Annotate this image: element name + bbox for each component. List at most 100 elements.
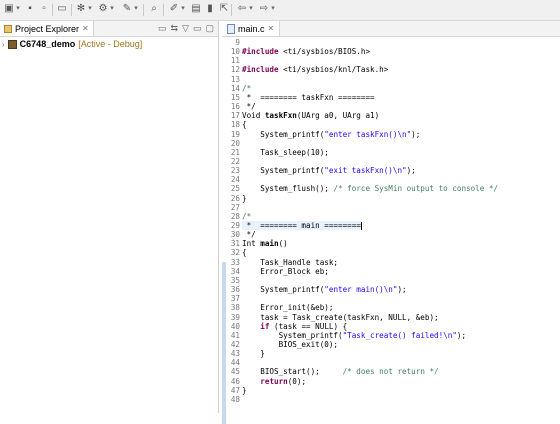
bookmark-icon[interactable]: ▮ xyxy=(204,3,216,15)
line-number: 34 xyxy=(230,266,240,276)
dropdown-arrow-icon[interactable]: ▾ xyxy=(248,3,254,15)
dropdown-arrow-icon[interactable]: ▾ xyxy=(109,3,115,15)
code-line[interactable]: 14/* xyxy=(227,84,251,93)
code-line[interactable]: 33 Task_Handle task; xyxy=(227,258,338,267)
code-text: Error_Block eb; xyxy=(242,266,329,276)
code-line[interactable]: 42 BIOS_exit(0); xyxy=(227,340,338,349)
code-line[interactable]: 22 xyxy=(227,157,242,166)
line-number: 36 xyxy=(230,285,240,295)
code-line[interactable]: 13 xyxy=(227,75,242,84)
code-line[interactable]: 16 */ xyxy=(227,102,256,111)
code-line[interactable]: 21 Task_sleep(10); xyxy=(227,148,329,157)
code-text: System_flush(); /* force SysMin output t… xyxy=(242,184,499,194)
close-icon[interactable]: ✕ xyxy=(82,24,89,33)
code-text: } xyxy=(242,349,265,359)
new-icon[interactable]: ▣ xyxy=(3,3,15,15)
dropdown-arrow-icon[interactable]: ▾ xyxy=(270,3,276,15)
code-line[interactable]: 27 xyxy=(227,203,242,212)
tab-project-explorer[interactable]: Project Explorer ✕ xyxy=(0,21,94,36)
code-line[interactable]: 15 * ======== taskFxn ======== xyxy=(227,93,375,102)
code-line[interactable]: 12 #include <ti/sysbios/knl/Task.h> xyxy=(227,65,388,74)
code-line[interactable]: 32{ xyxy=(227,248,247,257)
line-number: 37 xyxy=(230,294,240,304)
code-text: return(0); xyxy=(260,376,307,386)
code-line[interactable]: 41 System_printf("Task_create() failed!\… xyxy=(227,331,466,340)
dropdown-arrow-icon[interactable]: ▾ xyxy=(15,3,21,15)
code-line[interactable]: 20 xyxy=(227,139,242,148)
text-cursor xyxy=(360,222,362,230)
code-line[interactable]: 38 Error_init(&eb); xyxy=(227,303,334,312)
terminal-icon[interactable]: ▭ xyxy=(56,3,68,15)
save-icon[interactable]: ▪ xyxy=(24,3,36,15)
code-line[interactable]: 45 BIOS_start(); /* does not return */ xyxy=(227,367,439,376)
dropdown-arrow-icon[interactable]: ▾ xyxy=(133,3,139,15)
pen-icon[interactable]: ✐ xyxy=(168,3,180,15)
link-editor-icon[interactable]: ⇆ xyxy=(171,23,179,34)
code-line[interactable]: 47} xyxy=(227,386,247,395)
project-explorer-panel: Project Explorer ✕ ▭ ⇆ ▽ ▭ ▢ › C6748_dem… xyxy=(0,21,219,413)
dropdown-arrow-icon[interactable]: ▾ xyxy=(180,3,186,15)
expand-chevron-icon[interactable]: › xyxy=(2,40,5,49)
code-line[interactable]: 30 */ xyxy=(227,230,256,239)
code-line[interactable]: 19 System_printf("enter taskFxn()\n"); xyxy=(227,130,420,139)
line-number: 32 xyxy=(230,248,240,258)
code-line[interactable]: 29 * ======== main ======== xyxy=(227,221,362,230)
code-line[interactable]: 9 xyxy=(227,38,242,47)
line-number: 17 xyxy=(230,111,240,121)
code-text: } xyxy=(242,385,247,395)
view-menu-icon[interactable]: ▽ xyxy=(182,23,189,34)
code-line[interactable]: 40 if (task == NULL) { xyxy=(227,322,347,331)
code-line[interactable]: 23 System_printf("exit taskFxn()\n"); xyxy=(227,166,416,175)
code-text: * ======== main ======== xyxy=(242,221,362,230)
code-line[interactable]: 34 Error_Block eb; xyxy=(227,267,329,276)
code-line[interactable]: 48 xyxy=(227,395,242,404)
forward-icon[interactable]: ⇨ xyxy=(258,3,270,15)
code-line[interactable]: 44 xyxy=(227,358,242,367)
occurrence-marker xyxy=(222,262,226,424)
search-icon[interactable]: ⌕ xyxy=(148,3,160,15)
code-line[interactable]: 28/* xyxy=(227,212,251,221)
save-all-icon[interactable]: ▫ xyxy=(38,3,50,15)
line-number: 22 xyxy=(230,156,240,166)
code-line[interactable]: 24 xyxy=(227,175,242,184)
line-number: 10 xyxy=(230,47,240,57)
code-text: if (task == NULL) { xyxy=(260,321,348,331)
code-text: System_printf("enter main()\n"); xyxy=(242,285,407,295)
tree-item-project[interactable]: › C6748_demo [Active - Debug] xyxy=(2,39,142,49)
line-number: 43 xyxy=(230,349,240,359)
dropdown-arrow-icon[interactable]: ▾ xyxy=(87,3,93,15)
collapse-all-icon[interactable]: ▭ xyxy=(158,23,167,34)
code-line[interactable]: 37 xyxy=(227,294,242,303)
code-text: Int main() xyxy=(242,239,288,249)
tools-icon[interactable]: ✎ xyxy=(121,3,133,15)
markers-icon[interactable]: ▤ xyxy=(190,3,202,15)
code-line[interactable]: 39 task = Task_create(taskFxn, NULL, &eb… xyxy=(227,313,439,322)
code-line[interactable]: 18{ xyxy=(227,120,247,129)
line-number: 33 xyxy=(230,257,240,267)
line-number: 35 xyxy=(230,275,240,285)
code-line[interactable]: 35 xyxy=(227,276,242,285)
code-text: task = Task_create(taskFxn, NULL, &eb); xyxy=(242,312,439,322)
code-line[interactable]: 26} xyxy=(227,194,247,203)
maximize-icon[interactable]: ▢ xyxy=(205,23,214,34)
code-line[interactable]: 10 #include <ti/sysbios/BIOS.h> xyxy=(227,47,370,56)
flash-icon[interactable]: ⚙ xyxy=(97,3,109,15)
cursor-icon[interactable]: ⇱ xyxy=(218,3,230,15)
code-text: { xyxy=(242,248,247,258)
minimize-icon[interactable]: ▭ xyxy=(193,23,202,34)
tab-main-c[interactable]: main.c ✕ xyxy=(222,21,281,36)
code-text: */ xyxy=(242,102,256,112)
close-icon[interactable]: ✕ xyxy=(268,24,275,33)
code-line[interactable]: 31 Int main() xyxy=(227,239,288,248)
code-line[interactable]: 43 } xyxy=(227,349,265,358)
code-line[interactable]: 25 System_flush(); /* force SysMin outpu… xyxy=(227,184,498,193)
code-line[interactable]: 46 return(0); xyxy=(227,377,306,386)
debug-icon[interactable]: ✻ xyxy=(75,3,87,15)
code-line[interactable]: 17 Void taskFxn(UArg a0, UArg a1) xyxy=(227,111,379,120)
back-icon[interactable]: ⇦ xyxy=(236,3,248,15)
code-text: Task_Handle task; xyxy=(242,257,339,267)
code-line[interactable]: 11 xyxy=(227,56,242,65)
code-line[interactable]: 36 System_printf("enter main()\n"); xyxy=(227,285,407,294)
code-editor[interactable]: main.c ✕ 9 10 #include <ti/sysbios/BIOS.h>… xyxy=(222,21,560,424)
line-number: 27 xyxy=(230,202,240,212)
